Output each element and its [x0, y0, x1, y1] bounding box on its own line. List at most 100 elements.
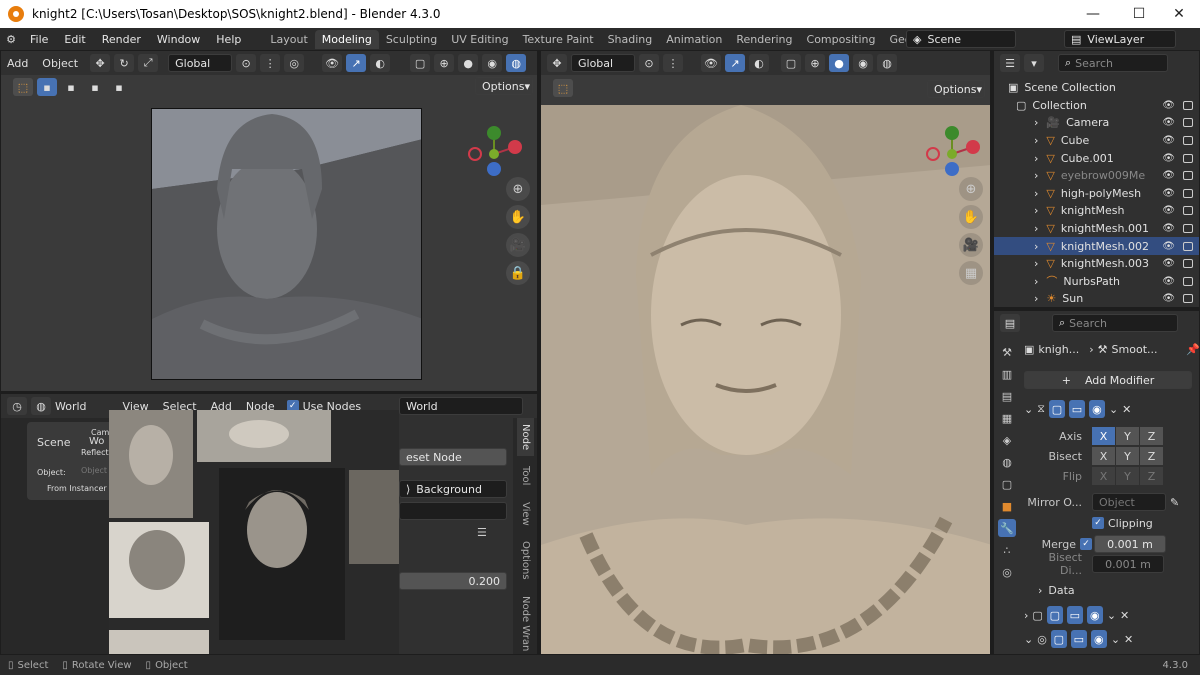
pivot-icon[interactable]: ⊙: [236, 54, 257, 72]
material-shading-icon[interactable]: ◉: [482, 54, 503, 72]
render-visibility-icon[interactable]: [1183, 294, 1193, 304]
modifier-tab-icon[interactable]: 🔧: [998, 519, 1016, 537]
edit-mode-toggle-icon[interactable]: ▢: [1048, 400, 1065, 418]
right-rendered-icon[interactable]: ◍: [877, 54, 897, 72]
second-render-toggle-icon[interactable]: ◉: [1086, 606, 1103, 624]
visibility-icon[interactable]: 👁: [322, 54, 343, 72]
tab-options[interactable]: Options: [517, 535, 534, 586]
right-material-icon[interactable]: ◉: [853, 54, 873, 72]
right-options-button[interactable]: Options ▾: [927, 80, 985, 98]
render-visibility-icon[interactable]: [1183, 118, 1193, 128]
editor-type-icon[interactable]: ◷: [7, 397, 27, 415]
menu-file[interactable]: File: [22, 33, 56, 46]
flip-z-toggle[interactable]: Z: [1140, 467, 1164, 485]
minimize-button[interactable]: —: [1070, 0, 1116, 28]
tool-tab-icon[interactable]: ⚒: [998, 343, 1016, 361]
visibility-icon[interactable]: 👁: [1162, 170, 1175, 181]
expand-arrow-icon[interactable]: ›: [1034, 240, 1038, 253]
left-options-button[interactable]: Options ▾: [475, 77, 533, 95]
right-select-tool-icon[interactable]: ⬚: [553, 79, 573, 97]
expand-arrow-icon[interactable]: ›: [1034, 152, 1038, 165]
outliner-item[interactable]: › ▽ high-polyMesh 👁: [994, 185, 1199, 203]
menu-help[interactable]: Help: [208, 33, 249, 46]
tab-view[interactable]: View: [517, 496, 534, 532]
output-tab-icon[interactable]: ▤: [998, 387, 1016, 405]
proportional-icon[interactable]: ◎: [284, 54, 305, 72]
outliner-item[interactable]: › ▽ knightMesh.003 👁: [994, 255, 1199, 273]
right-pan-icon[interactable]: ✋: [959, 205, 983, 229]
snap-icon[interactable]: ⋮: [260, 54, 281, 72]
render-visibility-icon[interactable]: [1183, 276, 1193, 286]
second-remove-icon[interactable]: ✕: [1120, 609, 1129, 622]
scale-icon[interactable]: ⤢: [138, 54, 159, 72]
remove-modifier-icon[interactable]: ✕: [1122, 403, 1131, 416]
world-type-icon[interactable]: ◍: [31, 397, 51, 415]
left-orientation-select[interactable]: Global: [168, 54, 233, 72]
outliner-item[interactable]: › ▽ Cube 👁: [994, 132, 1199, 150]
visibility-icon[interactable]: 👁: [1162, 241, 1175, 252]
particles-tab-icon[interactable]: ∴: [998, 541, 1016, 559]
shader-node-editor[interactable]: ◷ ◍ World View Select Add Node ✓ Use Nod…: [0, 393, 538, 655]
right-xray-icon[interactable]: ▢: [781, 54, 801, 72]
render-toggle-icon[interactable]: ◉: [1088, 400, 1105, 418]
tab-rendering[interactable]: Rendering: [729, 30, 799, 49]
add-modifier-button[interactable]: + Add Modifier: [1024, 371, 1192, 389]
right-nav-gizmo[interactable]: [921, 123, 983, 185]
right-wireframe-icon[interactable]: ⊕: [805, 54, 825, 72]
collection-render-icon[interactable]: [1183, 100, 1193, 110]
left-nav-gizmo[interactable]: [463, 123, 525, 185]
tab-uv-editing[interactable]: UV Editing: [444, 30, 515, 49]
select-mode-extend-icon[interactable]: ▪: [61, 78, 81, 96]
render-visibility-icon[interactable]: [1183, 241, 1193, 251]
right-camera-icon[interactable]: 🎥: [959, 233, 983, 257]
tab-texture-paint[interactable]: Texture Paint: [516, 30, 601, 49]
visibility-icon[interactable]: 👁: [1162, 293, 1175, 304]
outliner-search[interactable]: ⌕ Search: [1058, 54, 1168, 72]
view-layer-tab-icon[interactable]: ▦: [998, 409, 1016, 427]
overlay-icon[interactable]: ◐: [370, 54, 391, 72]
pin-icon[interactable]: 📌: [1186, 343, 1199, 356]
right-snap-icon[interactable]: ⋮: [663, 54, 683, 72]
popup-object-field[interactable]: Object: [81, 466, 107, 475]
background-node-field[interactable]: ⟩ Background: [399, 480, 507, 498]
outliner-item[interactable]: › ▽ knightMesh.001 👁: [994, 220, 1199, 238]
second-viewport-toggle-icon[interactable]: ▭: [1066, 606, 1083, 624]
right-visibility-icon[interactable]: 👁: [701, 54, 721, 72]
visibility-icon[interactable]: 👁: [1162, 153, 1175, 164]
render-tab-icon[interactable]: ▥: [998, 365, 1016, 383]
close-button[interactable]: ✕: [1156, 0, 1200, 28]
scene-collection-row[interactable]: ▣ Scene Collection: [994, 79, 1199, 97]
expand-arrow-icon[interactable]: ›: [1034, 292, 1038, 305]
axis-y-toggle[interactable]: Y: [1116, 427, 1140, 445]
tab-shading[interactable]: Shading: [601, 30, 660, 49]
move-icon[interactable]: ✥: [90, 54, 111, 72]
scene-selector[interactable]: ◈ Scene: [906, 30, 1016, 48]
render-visibility-icon[interactable]: [1183, 206, 1193, 216]
select-mode-invert-icon[interactable]: ▪: [109, 78, 129, 96]
physics-tab-icon[interactable]: ◎: [998, 563, 1016, 581]
merge-checkbox[interactable]: ✓: [1080, 538, 1092, 550]
tab-sculpting[interactable]: Sculpting: [379, 30, 444, 49]
merge-distance-field[interactable]: 0.001 m: [1094, 535, 1166, 553]
camera-view-icon[interactable]: 🎥: [506, 233, 530, 257]
outliner-item[interactable]: › ⌒ NurbsPath 👁: [994, 273, 1199, 291]
outliner-item[interactable]: › ▽ knightMesh.002 👁: [994, 237, 1199, 255]
world-datablock-field[interactable]: World: [399, 397, 524, 415]
right-3d-viewport[interactable]: ✥ Global ⊙ ⋮ 👁 ↗ ◐ ▢ ⊕ ● ◉ ◍ ⬚ Options ▾…: [540, 50, 991, 655]
bisect-z-toggle[interactable]: Z: [1140, 447, 1164, 465]
tab-layout[interactable]: Layout: [263, 30, 314, 49]
visibility-icon[interactable]: 👁: [1162, 188, 1175, 199]
bisect-y-toggle[interactable]: Y: [1116, 447, 1140, 465]
lock-icon[interactable]: 🔒: [506, 261, 530, 285]
menu-edit[interactable]: Edit: [56, 33, 93, 46]
outliner-item[interactable]: › ▽ knightMesh 👁: [994, 202, 1199, 220]
visibility-icon[interactable]: 👁: [1162, 258, 1175, 269]
render-visibility-icon[interactable]: [1183, 136, 1193, 146]
tab-animation[interactable]: Animation: [659, 30, 729, 49]
viewport-toggle-icon[interactable]: ▭: [1068, 400, 1085, 418]
outliner-item[interactable]: › ▽ Cube.001 👁: [994, 149, 1199, 167]
expand-arrow-icon[interactable]: ›: [1034, 257, 1038, 270]
right-move-icon[interactable]: ✥: [547, 54, 567, 72]
visibility-icon[interactable]: 👁: [1162, 276, 1175, 287]
right-orientation-select[interactable]: Global: [571, 54, 635, 72]
